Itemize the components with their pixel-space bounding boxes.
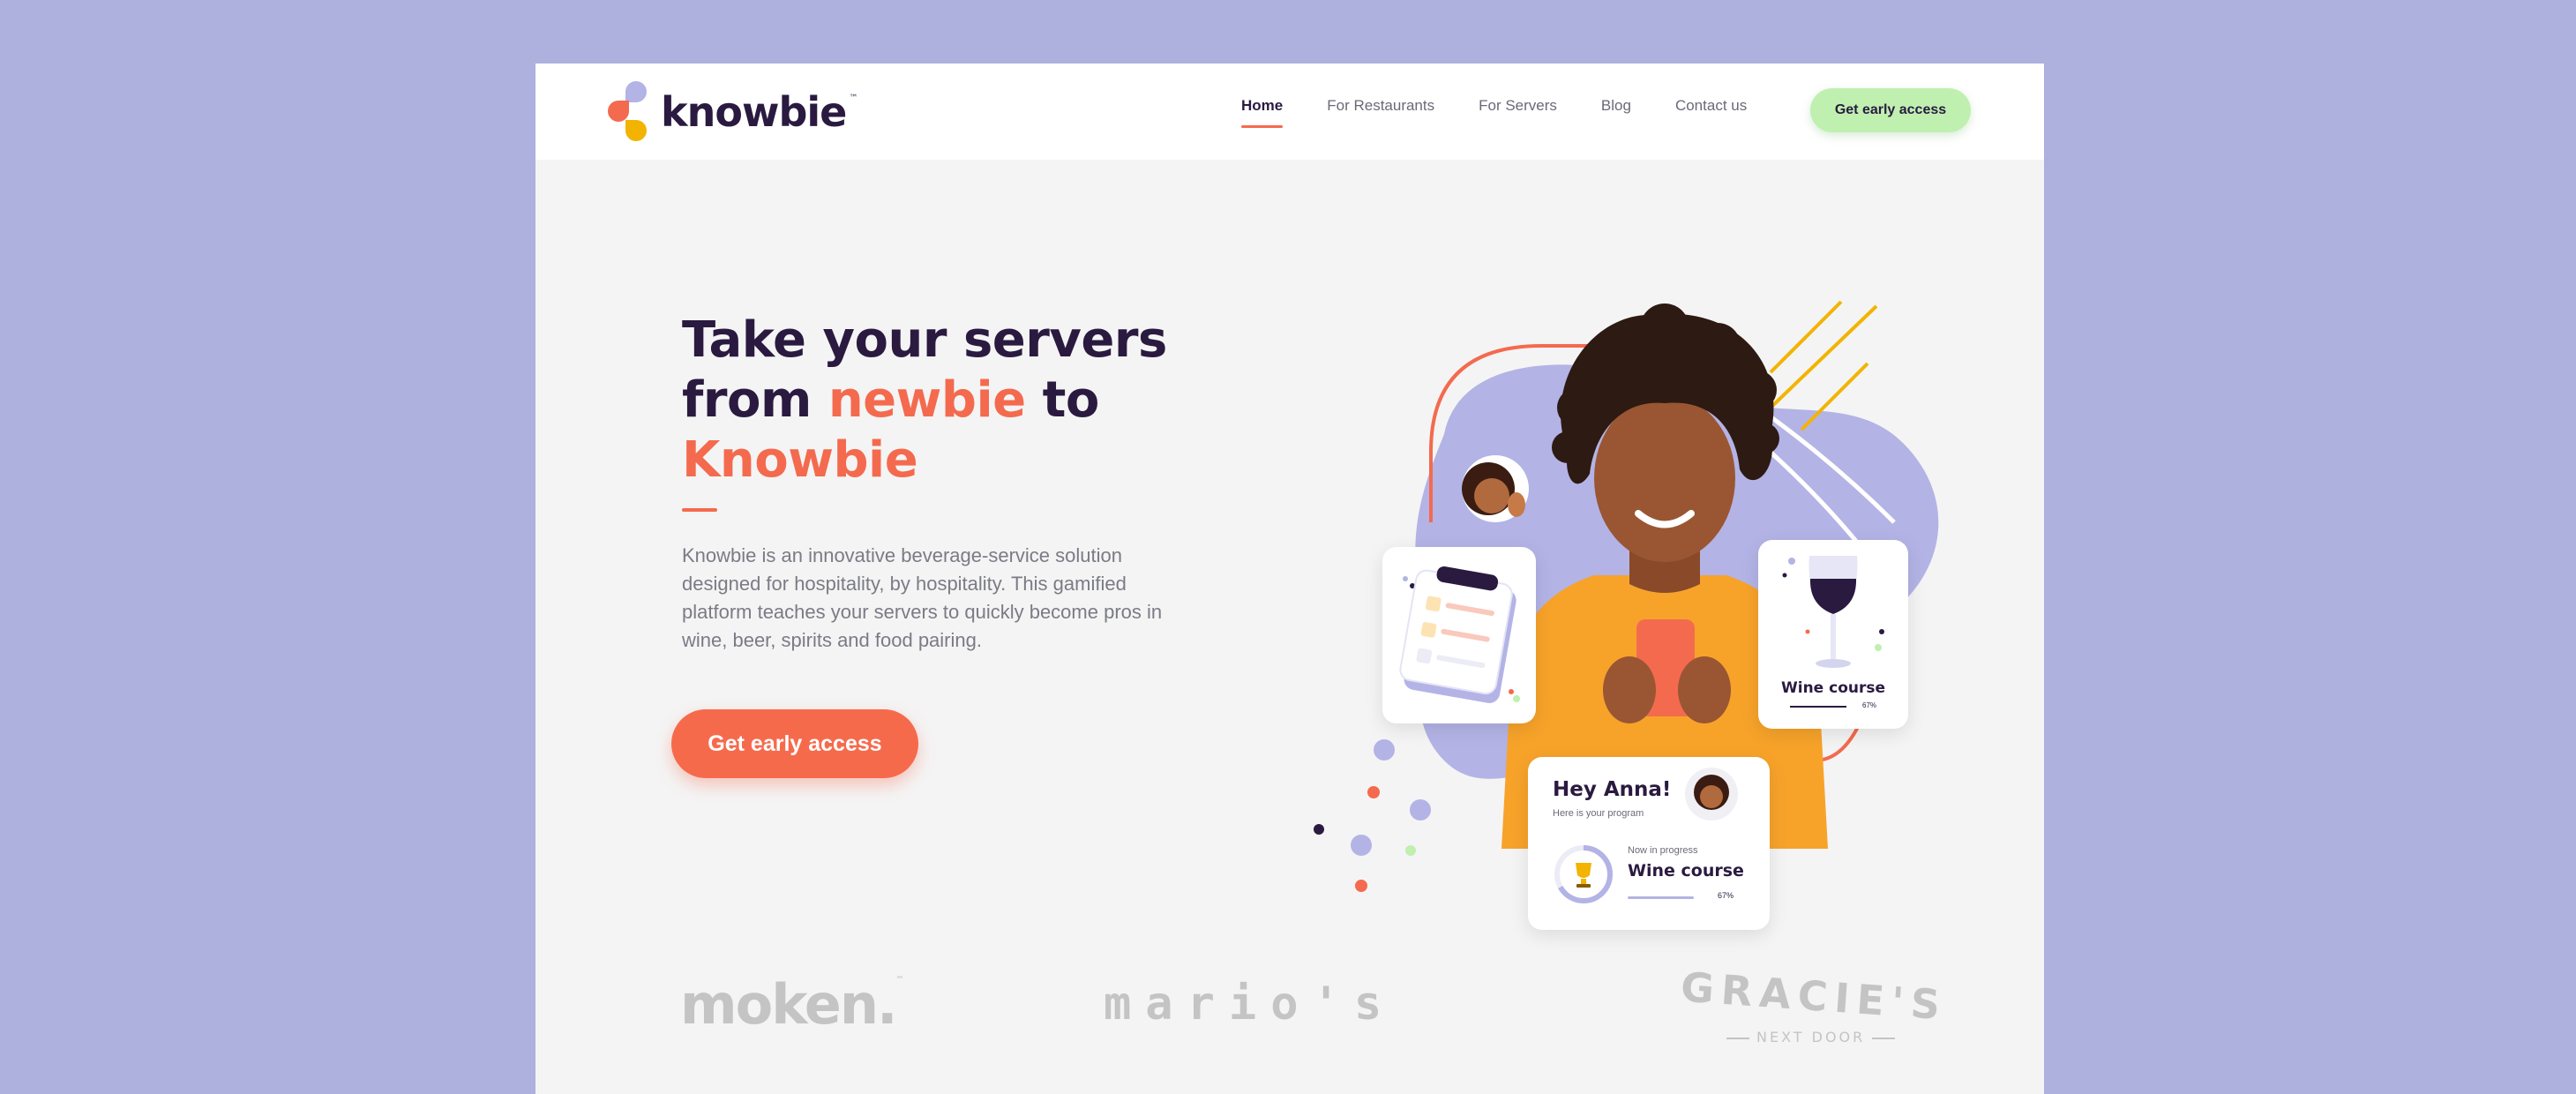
partner-logo-marios: mario's: [1104, 978, 1397, 1030]
memoji-waving-avatar-icon: [1462, 455, 1529, 522]
nav-for-restaurants[interactable]: For Restaurants: [1327, 97, 1434, 115]
partner-logo-gracies: GRACIE'S: [1679, 963, 1949, 1030]
main-nav: Home For Restaurants For Servers Blog Co…: [1241, 97, 1747, 128]
partner-logo-moken: moken.™: [680, 972, 904, 1037]
wine-course-progress-text: 67%: [1862, 701, 1877, 709]
yellow-accent-lines: [1769, 300, 1843, 374]
program-progress-bar: [1628, 896, 1694, 899]
nav-contact-us[interactable]: Contact us: [1675, 97, 1747, 115]
nav-blog[interactable]: Blog: [1601, 97, 1631, 115]
wine-course-progress-bar: [1790, 706, 1846, 708]
logo-wordmark: knowbie ™: [661, 88, 857, 136]
avatar: [1685, 768, 1738, 820]
hero-get-early-access-button[interactable]: Get early access: [671, 709, 918, 778]
site-header: knowbie ™ Home For Restaurants For Server…: [535, 64, 2044, 160]
clipboard-checklist-icon: [1399, 566, 1520, 703]
program-progress-text: 67%: [1718, 891, 1734, 900]
hero-title-line1: Take your servers: [682, 311, 1167, 369]
wine-course-title: Wine course: [1780, 679, 1886, 697]
program-greeting: Hey Anna!: [1553, 778, 1672, 801]
checklist-card: [1382, 547, 1536, 723]
hero-title-line2-end: to: [1025, 371, 1100, 429]
program-course-title: Wine course: [1628, 861, 1744, 880]
wine-glass-icon: [1782, 556, 1884, 668]
trophy-progress-ring-icon: [1554, 845, 1613, 903]
program-card[interactable]: Hey Anna! Here is your program Now in pr…: [1528, 757, 1770, 930]
hero-title-line2-start: from: [682, 371, 828, 429]
nav-for-servers[interactable]: For Servers: [1479, 97, 1557, 115]
hero-headline: Take your servers from newbie to Knowbie: [682, 311, 1211, 491]
hero-title-newbie: newbie: [827, 371, 1026, 429]
wine-course-card[interactable]: Wine course 67%: [1758, 540, 1908, 729]
hero-illustration: Wine course 67% Hey Anna! Here is your p…: [1312, 231, 1982, 955]
hero-underline-divider: [682, 508, 717, 512]
knowbie-logo-mark-icon: [608, 81, 652, 143]
hero-title-knowbie: Knowbie: [682, 431, 918, 489]
knowbie-logo[interactable]: knowbie ™: [608, 81, 857, 143]
program-status-label: Now in progress: [1628, 845, 1698, 856]
hero-description: Knowbie is an innovative beverage-servic…: [682, 544, 1163, 651]
landing-page: knowbie ™ Home For Restaurants For Server…: [535, 64, 2044, 1094]
person-face: [1594, 394, 1735, 562]
nav-home[interactable]: Home: [1241, 97, 1284, 128]
header-get-early-access-button[interactable]: Get early access: [1810, 88, 1971, 132]
program-subtitle: Here is your program: [1553, 808, 1644, 819]
partner-logo-gracies-subtitle: NEXT DOOR: [1719, 1029, 1902, 1045]
